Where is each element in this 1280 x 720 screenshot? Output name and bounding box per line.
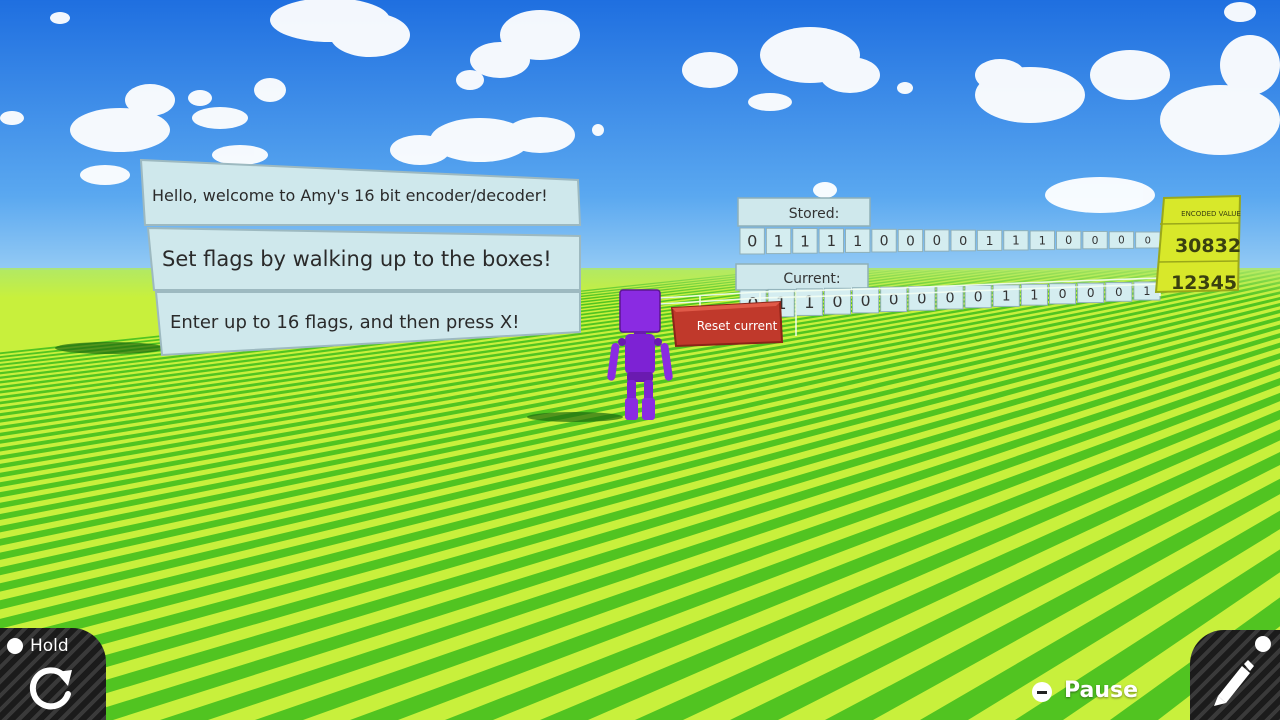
stored-bit-value: 0: [1092, 234, 1099, 247]
stored-label-box: Stored:: [737, 197, 871, 227]
pause-label: Pause: [1064, 678, 1139, 703]
reset-current-label: Reset current: [697, 319, 778, 333]
stored-bit-value: 1: [1039, 233, 1046, 247]
sign-2: Set flags by walking up to the boxes!: [146, 226, 581, 291]
stored-bit-value: 0: [959, 234, 967, 249]
stored-bit-box[interactable]: 0: [1056, 230, 1082, 250]
sign-shadow: [55, 342, 165, 354]
robot-shadow: [527, 412, 623, 422]
pencil-icon: [1214, 660, 1254, 706]
stored-label: Stored:: [789, 206, 840, 222]
current-bit-box[interactable]: 0: [852, 287, 880, 314]
current-bit-box[interactable]: 1: [795, 288, 823, 316]
stored-bit-value: 1: [853, 234, 862, 250]
stored-bit-box[interactable]: 1: [765, 227, 792, 255]
stored-bit-value: 1: [774, 232, 784, 251]
hold-control[interactable]: Hold: [0, 628, 106, 720]
stored-bit-value: 0: [1065, 234, 1072, 247]
current-bit-box[interactable]: 0: [880, 286, 908, 313]
plus-icon: [1255, 636, 1271, 652]
edit-control[interactable]: [1190, 630, 1280, 720]
sign-1-text: Hello, welcome to Amy's 16 bit encoder/d…: [152, 186, 548, 205]
current-bit-value: 1: [1143, 285, 1150, 298]
sign-2-text: Set flags by walking up to the boxes!: [162, 247, 552, 271]
stored-bit-value: 1: [800, 232, 810, 250]
current-bit-box[interactable]: 0: [823, 287, 852, 315]
stored-bit-box[interactable]: 1: [1003, 230, 1029, 251]
current-bit-box[interactable]: 0: [936, 285, 964, 310]
encoded-panel-header: ENCODED VALUE: [1181, 210, 1241, 218]
stored-value: 30832: [1175, 235, 1241, 257]
current-bit-value: 0: [945, 291, 954, 307]
current-bit-box[interactable]: 0: [908, 286, 936, 311]
stored-bit-box[interactable]: 0: [1082, 230, 1108, 250]
stored-bit-box[interactable]: 1: [792, 228, 818, 254]
stored-bit-value: 1: [986, 233, 994, 248]
current-bit-value: 1: [1002, 289, 1011, 304]
current-bit-value: 0: [1059, 286, 1067, 301]
reset-current-box[interactable]: Reset current: [670, 300, 784, 348]
stored-bit-value: 0: [880, 234, 889, 250]
minus-icon: [1032, 682, 1052, 702]
current-bit-value: 0: [974, 289, 983, 305]
current-value: 12345: [1171, 272, 1237, 294]
stored-bit-value: 1: [827, 232, 836, 250]
stored-bit-value: 0: [1118, 235, 1125, 247]
current-bit-value: 0: [1087, 286, 1095, 300]
game-scene: Hello, welcome to Amy's 16 bit encoder/d…: [0, 0, 1280, 720]
hold-label: Hold: [30, 636, 69, 656]
stored-bit-value: 0: [906, 233, 915, 249]
plus-icon: [7, 638, 23, 654]
stored-bit-value: 0: [1145, 236, 1151, 247]
current-label: Current:: [783, 271, 840, 287]
stored-bit-box[interactable]: 1: [1029, 230, 1055, 251]
current-label-box: Current:: [735, 263, 869, 291]
current-bit-value: 1: [1030, 288, 1038, 303]
current-bit-box[interactable]: 1: [992, 284, 1020, 307]
stored-bit-box[interactable]: 0: [1108, 231, 1135, 249]
stored-bit-box[interactable]: 0: [950, 229, 976, 252]
current-bit-value: 0: [1115, 285, 1122, 299]
stored-bit-box[interactable]: 0: [1135, 231, 1161, 249]
stored-bit-box[interactable]: 0: [871, 228, 897, 253]
stored-bit-value: 0: [747, 232, 757, 251]
rotate-icon: [29, 667, 72, 710]
encoded-value-panel: ENCODED VALUE 30832 12345: [1154, 194, 1241, 294]
stored-bit-box[interactable]: 1: [976, 229, 1003, 251]
current-bit-value: 0: [832, 292, 842, 311]
stored-bit-value: 1: [1012, 234, 1020, 248]
stored-bit-value: 0: [933, 234, 941, 249]
stored-bit-box[interactable]: 0: [897, 229, 924, 253]
stored-bit-box[interactable]: 1: [818, 228, 844, 254]
stored-bit-box[interactable]: 0: [924, 229, 950, 252]
current-bit-box[interactable]: 0: [964, 284, 992, 309]
stored-bit-box[interactable]: 0: [739, 227, 765, 255]
sign-3-text: Enter up to 16 flags, and then press X!: [170, 312, 519, 333]
stored-bit-box[interactable]: 1: [845, 228, 871, 253]
